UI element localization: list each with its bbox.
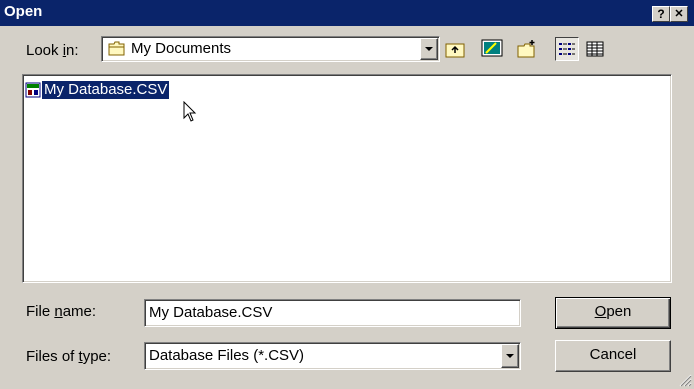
new-folder-icon bbox=[517, 40, 535, 58]
file-list[interactable]: My Database.CSV bbox=[22, 74, 672, 283]
csv-file-icon bbox=[25, 82, 41, 98]
details-view-button[interactable] bbox=[583, 37, 607, 61]
close-button[interactable]: ✕ bbox=[670, 6, 688, 22]
file-name-input[interactable]: My Database.CSV bbox=[144, 299, 521, 327]
look-in-dropdown-button[interactable] bbox=[420, 38, 438, 60]
resize-grip-icon[interactable] bbox=[678, 373, 692, 387]
details-view-icon bbox=[586, 41, 604, 57]
list-view-button[interactable] bbox=[555, 37, 579, 61]
new-folder-button[interactable] bbox=[515, 37, 539, 61]
up-one-level-button[interactable] bbox=[443, 37, 467, 61]
look-in-dropdown[interactable]: My Documents bbox=[101, 36, 440, 62]
chevron-down-icon bbox=[506, 354, 514, 358]
look-in-label: Look in: bbox=[26, 42, 79, 59]
desktop-icon bbox=[481, 39, 503, 57]
cancel-button[interactable]: Cancel bbox=[555, 340, 671, 372]
list-view-icon bbox=[559, 43, 575, 55]
chevron-down-icon bbox=[425, 47, 433, 51]
file-name-value: My Database.CSV bbox=[149, 304, 273, 321]
file-type-value: Database Files (*.CSV) bbox=[149, 347, 305, 364]
look-in-value: My Documents bbox=[131, 40, 232, 57]
up-one-level-icon bbox=[445, 43, 465, 58]
file-type-label: Files of type: bbox=[26, 348, 112, 365]
file-name-label: File name: bbox=[26, 303, 97, 320]
help-button[interactable]: ? bbox=[652, 6, 670, 22]
folder-icon bbox=[108, 41, 125, 60]
window-title: Open bbox=[4, 3, 43, 20]
mouse-cursor-icon bbox=[183, 101, 197, 122]
file-type-dropdown-button[interactable] bbox=[501, 344, 519, 368]
file-name: My Database.CSV bbox=[40, 80, 171, 100]
title-bar[interactable] bbox=[0, 0, 694, 26]
file-type-dropdown[interactable]: Database Files (*.CSV) bbox=[144, 342, 521, 370]
list-item[interactable]: My Database.CSV bbox=[25, 80, 171, 100]
open-button[interactable]: Open bbox=[555, 297, 671, 329]
desktop-button[interactable] bbox=[480, 37, 504, 61]
